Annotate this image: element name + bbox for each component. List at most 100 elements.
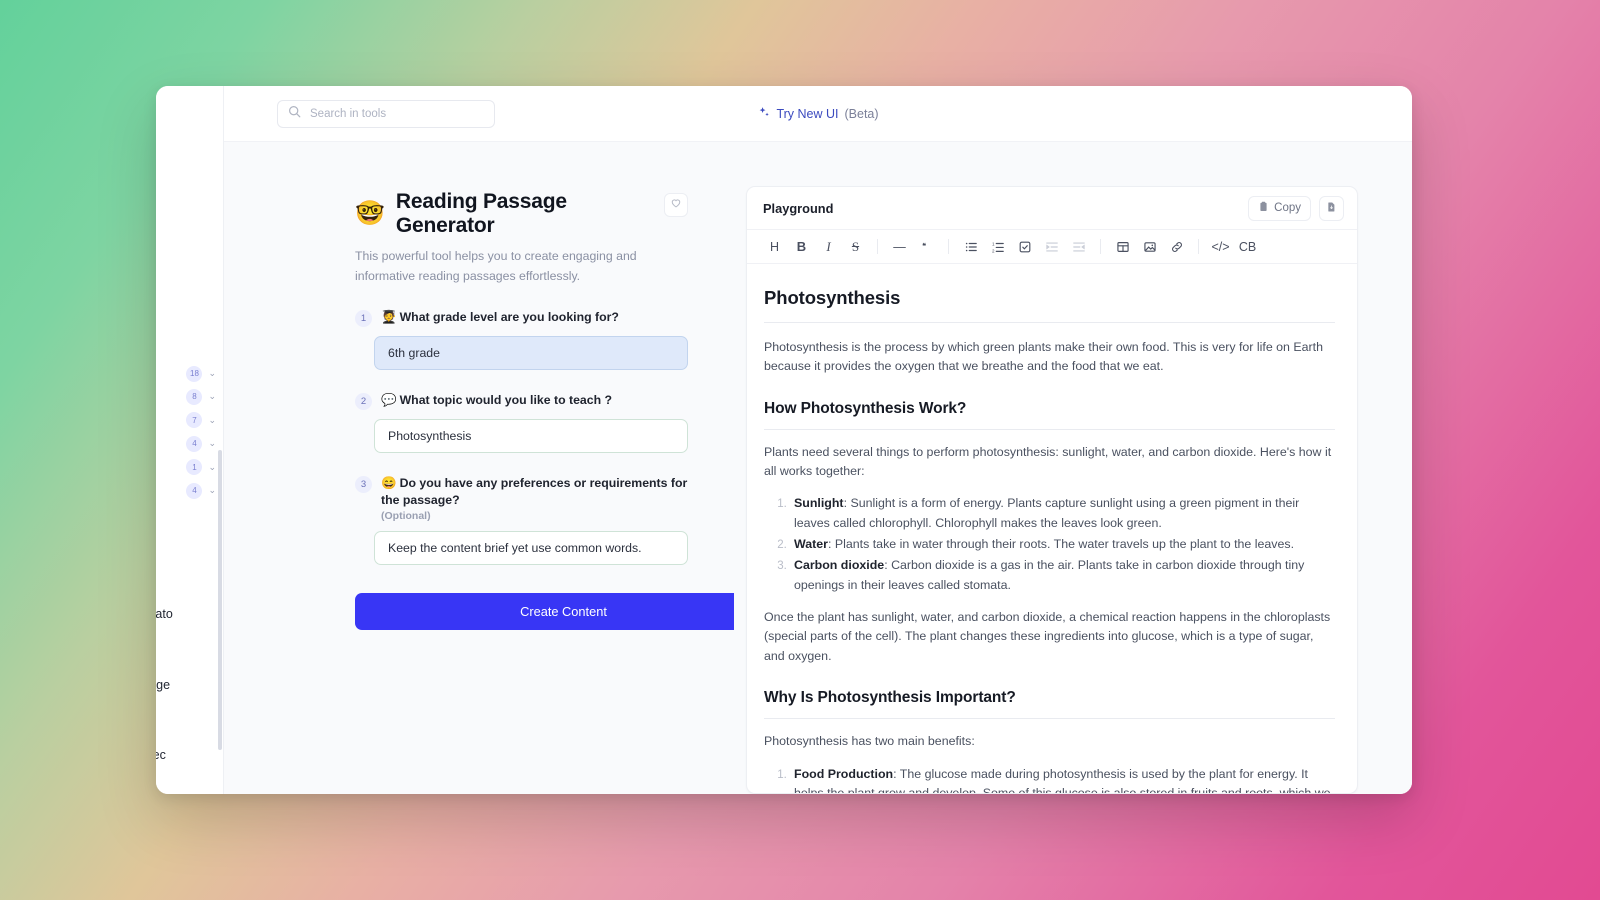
chevron-down-icon[interactable]: ⌄ [208,415,216,425]
doc-list-text: : Plants take in water through their roo… [827,537,1295,552]
sidebar-item[interactable]: uilder [156,627,223,650]
sidebar-count-badge: 18 [186,365,203,382]
sidebar-item[interactable]: eworks [156,572,223,595]
field-optional-label: (Optional) [381,510,431,523]
sparkle-icon [757,106,770,122]
chevron-down-icon[interactable]: ⌄ [208,392,216,401]
app-window: lifierreneratorort Ge...heetDesignlpntag… [156,86,1412,794]
playground-document[interactable]: Photosynthesis Photosynthesis is the pro… [747,264,1357,793]
download-button[interactable] [1319,195,1344,221]
step-number-badge: 2 [355,392,372,410]
bullet-list-icon[interactable] [957,235,984,259]
sidebar-item[interactable]: lp [156,268,223,291]
sidebar-scrollbar[interactable] [218,450,222,750]
blockquote-icon[interactable]: ❝ [913,235,940,259]
search-icon [288,105,301,123]
form-field: 2 💬 What topic would you like to teach ? [355,392,688,453]
horizontal-rule-icon[interactable]: — [886,235,913,259]
sidebar-item[interactable]: Design [156,245,223,268]
sidebar-count-badge: 1 [186,459,203,476]
checklist-icon[interactable] [1011,235,1038,259]
bold-icon[interactable]: B [788,235,815,259]
sidebar-item[interactable]: enerator [156,175,223,198]
form-field: 3 😄 Do you have any preferences or require… [355,475,688,566]
copy-button[interactable]: Copy [1248,195,1311,221]
sidebar-item[interactable]: e [156,525,223,548]
sidebar-category-row[interactable]: 1 ⌄ [156,455,223,478]
field-label-wrap: 😄 Do you have any preferences or requirem… [381,475,688,522]
search-input[interactable] [310,107,484,120]
svg-text:❝: ❝ [922,241,926,249]
sidebar-category-row[interactable]: 8 ⌄ [156,385,223,408]
strikethrough-icon[interactable]: S [842,235,869,259]
sidebar-category-row[interactable]: 4 ⌄ [156,479,223,502]
sidebar-category-row[interactable]: 18 ⌄ [156,362,223,385]
code-icon[interactable]: </> [1207,235,1234,259]
doc-list-item: Carbon dioxide: Carbon dioxide is a gas … [790,556,1335,595]
indent-increase-icon [1038,235,1065,259]
editor-toolbar: H B I S — ❝ 1 2 </> CB [747,230,1357,264]
chevron-down-icon[interactable]: ⌄ [208,486,216,495]
sidebar-item[interactable]: ok Generato [156,603,223,626]
doc-heading-how: How Photosynthesis Work? [764,397,1335,430]
playground-panel: Playground Copy H B I S — ❝ 1 2 </> CB P… [734,142,1412,794]
sidebar-item[interactable]: s [156,720,223,743]
create-content-button[interactable]: Create Content [355,593,734,631]
field-input-wrapper[interactable] [374,531,688,566]
topbar: Try New UI (Beta) [224,86,1412,142]
sidebar-item[interactable]: age Ge... [156,315,223,338]
doc-list-term: Carbon dioxide [794,558,885,573]
search-box[interactable] [277,99,495,128]
sidebar-item[interactable]: cript Collec [156,744,223,767]
field-label-text: Do you have any preferences or requireme… [381,475,688,507]
sidebar-item[interactable]: ort Ge... [156,198,223,221]
sidebar-item[interactable]: lifier [156,128,223,151]
field-input[interactable] [388,541,674,556]
sidebar-item[interactable]: heet [156,222,223,245]
toolbar-separator [948,239,949,254]
sidebar-item[interactable]: Content [156,549,223,572]
tool-description: This powerful tool helps you to create e… [355,249,637,283]
chevron-down-icon[interactable]: ⌄ [208,439,216,448]
toolbar-separator [877,239,878,254]
doc-list-text: : Sunlight is a form of energy. Plants c… [794,496,1300,530]
field-input[interactable] [388,428,674,443]
field-input-wrapper[interactable] [374,418,688,453]
doc-reaction-paragraph: Once the plant has sunlight, water, and … [764,610,1331,663]
sidebar-item[interactable]: nt [156,292,223,315]
sidebar-item[interactable]: sal [156,339,223,362]
sidebar-item[interactable]: r [156,151,223,174]
sidebar-category-row[interactable]: 7 ⌄ [156,409,223,432]
link-icon[interactable] [1163,235,1190,259]
image-icon[interactable] [1136,235,1163,259]
playground-card: Playground Copy H B I S — ❝ 1 2 </> CB P… [746,186,1358,794]
chevron-down-icon[interactable]: ⌄ [208,369,216,378]
table-icon[interactable] [1109,235,1136,259]
sidebar-item[interactable]: e Copy [156,650,223,673]
doc-list-term: Food Production [794,766,894,781]
favorite-button[interactable] [664,193,688,217]
field-input-wrapper[interactable] [374,335,688,370]
sidebar-item[interactable]: og Package [156,674,223,697]
doc-list-item: Water: Plants take in water through thei… [790,535,1335,554]
indent-decrease-icon [1065,235,1092,259]
heading-icon[interactable]: H [761,235,788,259]
tool-header: 🤓 Reading Passage Generator [355,190,688,238]
field-emoji-icon: 💬 [381,392,397,407]
sidebar-section-label: CLICK [156,502,223,525]
try-new-ui-button[interactable]: Try New UI (Beta) [757,106,879,122]
field-label-row: 3 😄 Do you have any preferences or require… [355,475,688,522]
sidebar-count-badge: 4 [186,482,203,499]
sidebar-item[interactable]: Package [156,697,223,720]
heart-icon [670,196,682,214]
field-input[interactable] [388,345,674,360]
code-block-icon[interactable]: CB [1234,235,1261,259]
doc-list-term: Sunlight [794,496,844,511]
numbered-list-icon[interactable]: 12 [984,235,1011,259]
sidebar-category-row[interactable]: s4⌄ [156,432,223,455]
italic-icon[interactable]: I [815,235,842,259]
tool-form-panel: 🤓 Reading Passage Generator This powerfu… [224,142,734,794]
chevron-down-icon[interactable]: ⌄ [208,462,216,472]
doc-how-list: Sunlight: Sunlight is a form of energy. … [764,494,1335,595]
sidebar-category-list: 18⌄8⌄7⌄s4⌄1⌄4⌄ [156,362,223,502]
